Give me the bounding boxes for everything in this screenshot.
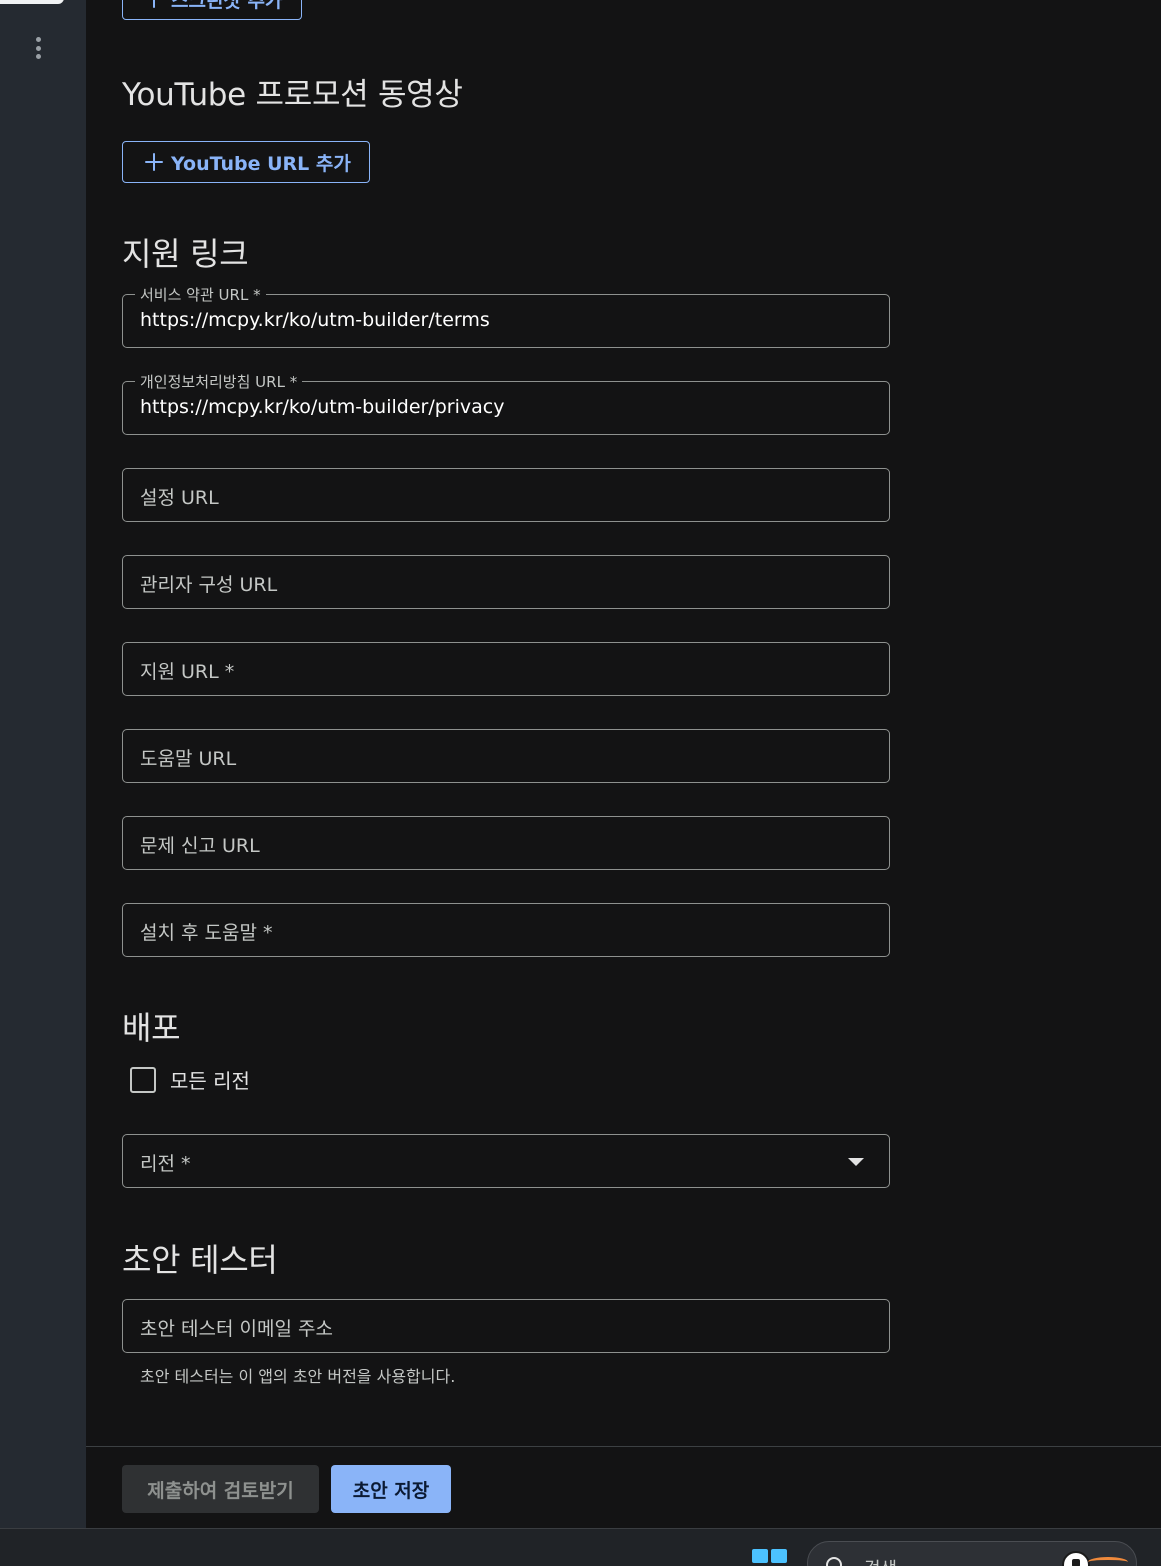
support-url-placeholder: 지원 URL * [140,661,235,683]
all-regions-label: 모든 리전 [170,1069,250,1093]
add-youtube-url-button[interactable]: YouTube URL 추가 [122,141,370,183]
dropdown-arrow-icon[interactable] [848,1158,864,1166]
draft-tester-helper-text: 초안 테스터는 이 앱의 초안 버전을 사용합니다. [140,1367,456,1386]
all-regions-checkbox[interactable] [130,1066,156,1093]
help-url-field[interactable]: 도움말 URL [122,729,890,783]
settings-url-placeholder: 설정 URL [140,487,219,509]
support-url-field[interactable]: 지원 URL * [122,642,890,696]
draft-testers-title: 초안 테스터 [122,1241,278,1279]
add-screenshot-label: 스크린샷 추가 [171,0,283,12]
terms-url-label: 서비스 약관 URL * [135,284,266,305]
footer-divider [86,1446,1161,1447]
admin-config-url-placeholder: 관리자 구성 URL [140,574,278,596]
main-content: 스크린샷 추가 YouTube 프로모션 동영상 YouTube URL 추가 … [86,0,1161,1528]
report-issue-url-placeholder: 문제 신고 URL [140,835,260,857]
privacy-url-field[interactable]: 개인정보처리방침 URL * https://mcpy.kr/ko/utm-bu… [122,371,890,435]
report-issue-url-field[interactable]: 문제 신고 URL [122,816,890,870]
draft-tester-email-field[interactable]: 초안 테스터 이메일 주소 [122,1299,890,1353]
submit-for-review-button[interactable]: 제출하여 검토받기 [122,1465,319,1513]
distribution-title: 배포 [122,1009,181,1047]
post-install-help-field[interactable]: 설치 후 도움말 * [122,903,890,957]
save-draft-button[interactable]: 초안 저장 [331,1465,451,1513]
plus-icon [145,0,163,8]
taskbar-search-text: 검색 [864,1555,897,1566]
post-install-help-placeholder: 설치 후 도움말 * [140,922,273,944]
privacy-url-value[interactable]: https://mcpy.kr/ko/utm-builder/privacy [140,396,504,418]
more-options-icon[interactable] [33,37,43,59]
help-url-placeholder: 도움말 URL [140,748,237,770]
rail-top-tab [0,0,64,4]
terms-url-field[interactable]: 서비스 약관 URL * https://mcpy.kr/ko/utm-buil… [122,284,890,348]
privacy-url-label: 개인정보처리방침 URL * [135,371,303,392]
plus-icon [145,153,163,171]
draft-tester-email-placeholder: 초안 테스터 이메일 주소 [140,1318,333,1340]
region-select-placeholder: 리전 * [140,1153,191,1175]
youtube-section-title: YouTube 프로모션 동영상 [122,77,463,113]
settings-url-field[interactable]: 설정 URL [122,468,890,522]
taskbar: 검색 [0,1528,1161,1566]
all-regions-checkbox-row[interactable]: 모든 리전 [130,1065,250,1094]
add-screenshot-button[interactable]: 스크린샷 추가 [122,0,302,20]
support-links-title: 지원 링크 [122,235,249,273]
search-icon [826,1557,842,1566]
swoosh-icon [1088,1557,1128,1566]
app-root: 스크린샷 추가 YouTube 프로모션 동영상 YouTube URL 추가 … [0,0,1161,1566]
terms-url-value[interactable]: https://mcpy.kr/ko/utm-builder/terms [140,309,490,331]
admin-config-url-field[interactable]: 관리자 구성 URL [122,555,890,609]
windows-start-icon[interactable] [752,1549,787,1566]
side-rail [0,0,86,1528]
add-youtube-url-label: YouTube URL 추가 [171,152,351,175]
region-select[interactable]: 리전 * [122,1134,890,1188]
